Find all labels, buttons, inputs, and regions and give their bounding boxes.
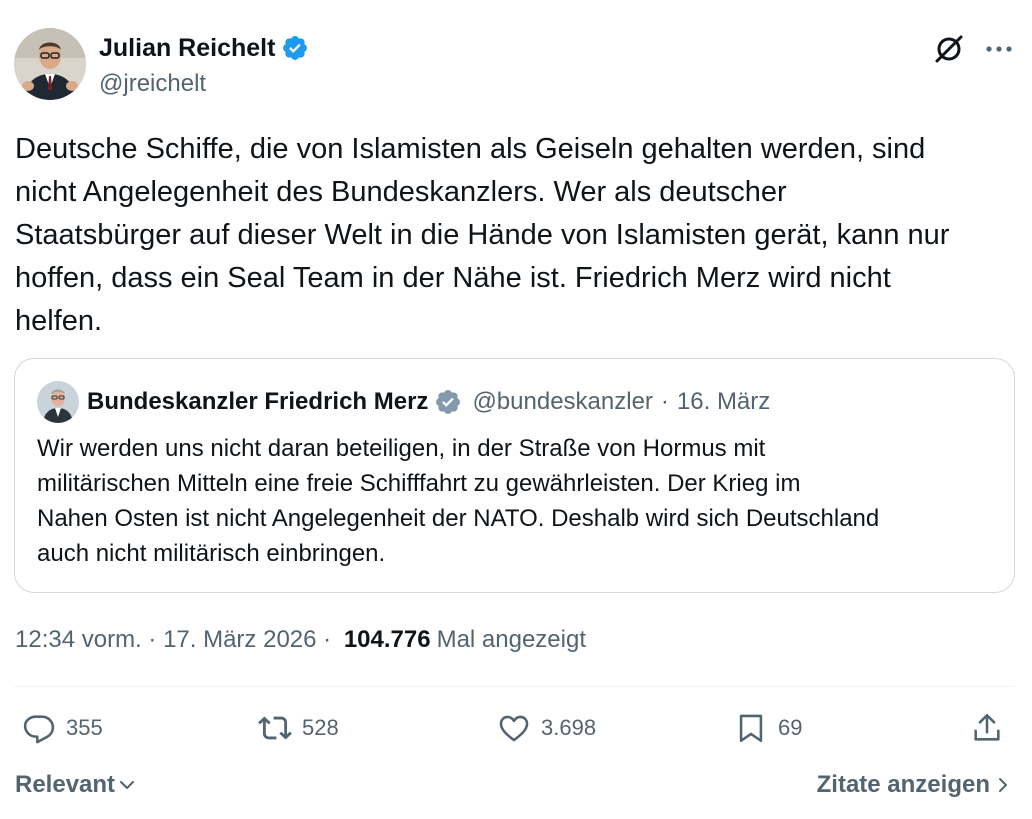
more-icon (986, 46, 1012, 52)
government-badge-icon[interactable] (434, 388, 462, 416)
tweet-detail: Julian Reichelt @jreichelt Deutsche Schi… (0, 0, 1032, 819)
view-quotes-label: Zitate anzeigen (816, 771, 990, 798)
tweet-time[interactable]: 12:34 vorm. (15, 626, 142, 654)
author-handle[interactable]: @jreichelt (99, 70, 309, 98)
bookmark-button[interactable]: 69 (734, 708, 802, 748)
reply-icon (23, 715, 55, 744)
chevron-right-icon (999, 778, 1007, 792)
bookmark-count: 69 (778, 715, 803, 740)
quoted-tweet-date[interactable]: 16. März (677, 388, 770, 416)
repost-count: 528 (302, 715, 339, 740)
meta-separator: · (316, 626, 338, 653)
tweet-date[interactable]: 17. März 2026 (163, 626, 316, 654)
meta-separator: · (141, 626, 164, 653)
bookmark-icon (739, 714, 763, 743)
quoted-author-avatar[interactable] (37, 381, 79, 423)
verified-badge-icon[interactable] (281, 34, 309, 62)
repost-button[interactable]: 528 (258, 708, 339, 748)
sort-dropdown[interactable]: Relevant (15, 768, 137, 802)
view-quotes-link[interactable]: Zitate anzeigen (817, 768, 1010, 802)
like-button[interactable]: 3.698 (497, 708, 596, 748)
quoted-meta-separator: · (660, 388, 669, 415)
author-name[interactable]: Julian Reichelt (99, 34, 275, 63)
retweet-icon (258, 716, 292, 740)
quoted-author-handle[interactable]: @bundeskanzler (472, 388, 652, 416)
grok-icon (935, 35, 963, 63)
heart-icon (499, 715, 529, 742)
reply-count: 355 (66, 715, 103, 740)
grok-button[interactable] (932, 32, 966, 66)
author-block: Julian Reichelt @jreichelt (99, 32, 309, 98)
view-count-label: Mal angezeigt (436, 626, 587, 653)
quoted-tweet-text: Wir werden uns nicht daran beteiligen, i… (37, 435, 880, 567)
chevron-down-icon (120, 781, 135, 789)
divider (14, 686, 1015, 687)
quoted-author-name[interactable]: Bundeskanzler Friedrich Merz (87, 388, 428, 416)
quoted-tweet-header: Bundeskanzler Friedrich Merz @bundeskanz… (87, 385, 770, 419)
author-avatar[interactable] (14, 28, 86, 100)
like-count: 3.698 (541, 715, 597, 740)
more-options-button[interactable] (984, 34, 1014, 64)
tweet-text: Deutsche Schiffe, die von Islamisten als… (15, 133, 950, 337)
sort-label: Relevant (15, 771, 116, 798)
share-button[interactable] (970, 708, 1004, 748)
view-count: 104.776 (343, 626, 431, 653)
reply-button[interactable]: 355 (22, 708, 103, 748)
quoted-tweet-card[interactable]: Bundeskanzler Friedrich Merz @bundeskanz… (14, 358, 1015, 593)
share-icon (974, 713, 1000, 741)
tweet-meta: 12:34 vorm. · 17. März 2026 · 104.776 Ma… (15, 622, 586, 658)
